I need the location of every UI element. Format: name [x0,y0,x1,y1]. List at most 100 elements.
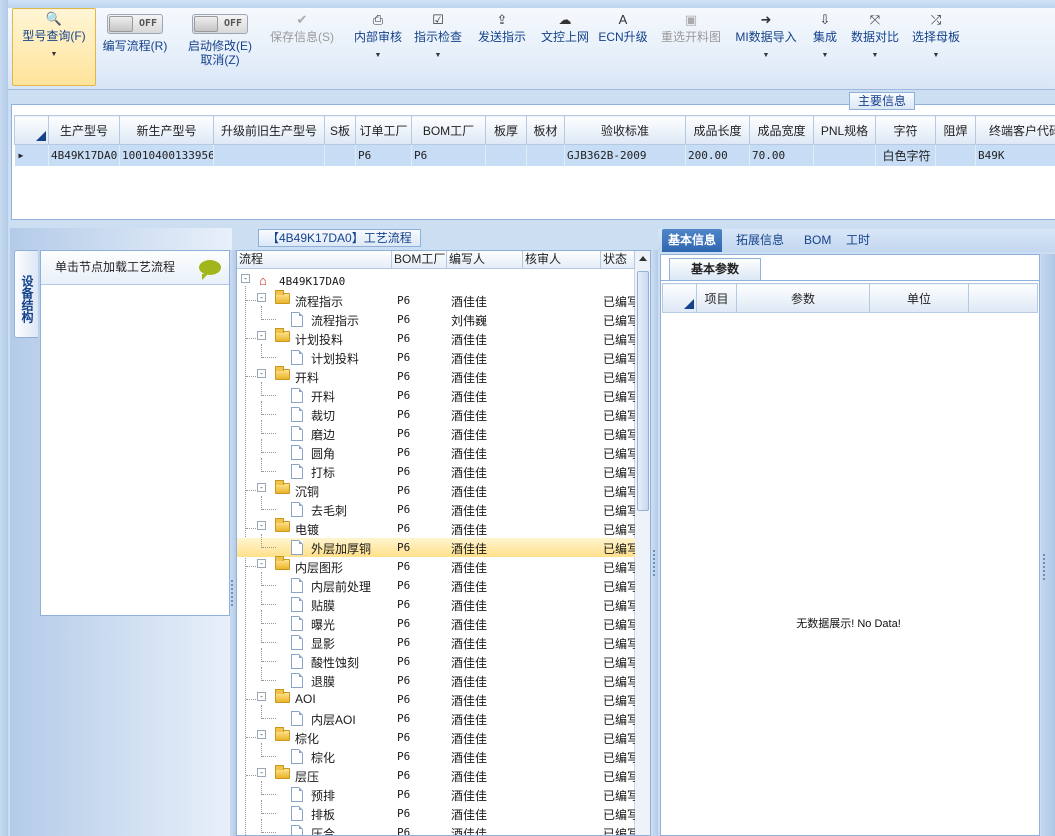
table-row[interactable]: ▶ 4B49K17DA0 10010400133956 P6 P6 GJB362B-200… [14,144,1055,166]
collapse-toggle-icon[interactable]: - [257,369,266,378]
column-header[interactable]: 参数 [736,283,870,313]
tree-column-header[interactable]: 流程 [237,251,392,269]
grid-cell[interactable]: B49K [975,144,1055,166]
column-header[interactable]: 成品宽度 [749,115,814,145]
grid-cell[interactable] [485,144,527,166]
toolbar-button-12[interactable]: ⤧ 数据对比 ▼ [848,8,902,86]
tree-scrollbar[interactable] [634,251,650,835]
tree-node-row[interactable]: 曝光 P6 酒佳佳 已编写 [237,610,635,633]
chevron-down-icon[interactable]: ▼ [906,50,966,62]
grid-cell[interactable]: 200.00 [685,144,750,166]
toolbar-button-7[interactable]: ☁ 文控上网 [536,8,594,86]
column-header[interactable]: 成品长度 [685,115,750,145]
chevron-down-icon[interactable]: ▼ [806,50,844,62]
tree-node-row[interactable]: 预排 P6 酒佳佳 已编写 [237,781,635,804]
grid-cell[interactable]: GJB362B-2009 [564,144,686,166]
tree-node-row[interactable]: 酸性蚀刻 P6 酒佳佳 已编写 [237,648,635,671]
grid-corner[interactable] [14,115,49,145]
grid-cell[interactable]: P6 [411,144,486,166]
tree-node-row[interactable]: 内层前处理 P6 酒佳佳 已编写 [237,572,635,595]
tree-node-row[interactable]: 圆角 P6 酒佳佳 已编写 [237,439,635,462]
collapse-toggle-icon[interactable]: - [257,768,266,777]
grid-corner[interactable] [662,283,697,313]
tree-root-row[interactable]: - ⌂ 4B49K17DA0 [237,272,635,291]
grid-cell[interactable] [526,144,565,166]
tree-node-row[interactable]: 打标 P6 酒佳佳 已编写 [237,458,635,481]
device-structure-header[interactable]: 单击节点加载工艺流程 [41,251,229,285]
tab-work-hours[interactable]: 工时 [840,229,876,252]
collapse-toggle-icon[interactable]: - [241,274,250,283]
tree-node-row[interactable]: 外层加厚铜 P6 酒佳佳 已编写 [237,534,635,557]
toolbar-button-9[interactable]: ▣ 重选开料图 [652,8,730,86]
chevron-down-icon[interactable]: ▼ [346,50,410,62]
toolbar-button-4[interactable]: ⎙ 内部审核 ▼ [346,8,410,86]
tree-node-row[interactable]: 流程指示 P6 刘伟巍 已编写 [237,306,635,329]
grid-cell[interactable]: 70.00 [749,144,814,166]
tree-group-row[interactable]: - 流程指示 P6 酒佳佳 已编写 [237,290,635,310]
tree-column-header[interactable]: 编写人 [447,251,523,269]
splitter-far-right[interactable] [1041,254,1055,836]
tree-node-row[interactable]: 退膜 P6 酒佳佳 已编写 [237,667,635,690]
splitter-right[interactable] [652,250,658,836]
collapse-toggle-icon[interactable]: - [257,293,266,302]
column-header[interactable]: 终端客户代码 [975,115,1055,145]
tab-device-structure[interactable]: 设备结构 [14,250,38,338]
tree-node-row[interactable]: 磨边 P6 酒佳佳 已编写 [237,420,635,443]
collapse-toggle-icon[interactable]: - [257,730,266,739]
tree-node-row[interactable]: 排板 P6 酒佳佳 已编写 [237,800,635,823]
column-header[interactable]: 阻焊 [935,115,976,145]
toolbar-button-3[interactable]: ✔ 保存信息(S) [262,8,342,86]
column-header[interactable]: 字符 [875,115,936,145]
grid-cell[interactable]: 4B49K17DA0 [48,144,120,166]
column-header[interactable]: 板材 [526,115,565,145]
tree-node-row[interactable]: 裁切 P6 酒佳佳 已编写 [237,401,635,424]
toolbar-button-6[interactable]: ⇪ 发送指示 [470,8,534,86]
off-toggle[interactable]: OFF [192,14,248,34]
collapse-toggle-icon[interactable]: - [257,692,266,701]
tree-group-row[interactable]: - 开料 P6 酒佳佳 已编写 [237,366,635,386]
toolbar-button-0[interactable]: 🔍 型号查询(F) ▼ [12,8,96,86]
column-header[interactable]: 验收标准 [564,115,686,145]
tree-group-row[interactable]: - 棕化 P6 酒佳佳 已编写 [237,727,635,747]
tree-node-row[interactable]: 去毛刺 P6 酒佳佳 已编写 [237,496,635,519]
column-header[interactable]: PNL规格 [813,115,876,145]
grid-cell[interactable]: 白色字符 [875,144,936,166]
tree-column-header[interactable]: 状态 [601,251,635,269]
grid-cell[interactable]: 10010400133956 [119,144,214,166]
column-header[interactable]: 项目 [696,283,737,313]
collapse-toggle-icon[interactable]: - [257,483,266,492]
chevron-down-icon[interactable]: ▼ [848,50,902,62]
toolbar-button-2[interactable]: OFF 启动修改(E) 取消(Z) [178,8,262,86]
collapse-toggle-icon[interactable]: - [257,559,266,568]
tree-group-row[interactable]: - 层压 P6 酒佳佳 已编写 [237,765,635,785]
tree-node-row[interactable]: 计划投料 P6 酒佳佳 已编写 [237,344,635,367]
column-header[interactable]: 单位 [869,283,969,313]
chevron-down-icon[interactable]: ▼ [732,50,800,62]
column-header[interactable]: 新生产型号 [119,115,214,145]
off-toggle[interactable]: OFF [107,14,163,34]
tree-column-header[interactable]: 核审人 [523,251,601,269]
tab-extended-info[interactable]: 拓展信息 [730,229,790,252]
scroll-thumb[interactable] [637,271,649,511]
tab-bom[interactable]: BOM [798,229,837,252]
tree-node-row[interactable]: 压合 P6 酒佳佳 已编写 [237,819,635,835]
tree-group-row[interactable]: - 沉铜 P6 酒佳佳 已编写 [237,480,635,500]
scroll-up-arrow-icon[interactable] [639,256,647,261]
toolbar-button-8[interactable]: A ECN升级 [598,8,648,86]
column-header[interactable]: 订单工厂 [355,115,412,145]
chevron-down-icon[interactable]: ▼ [13,49,95,61]
tab-basic-params[interactable]: 基本参数 [669,258,761,280]
toolbar-button-1[interactable]: OFF 编写流程(R) [94,8,176,86]
grid-cell[interactable]: P6 [355,144,412,166]
column-header[interactable]: 板厚 [485,115,527,145]
tree-group-row[interactable]: - 内层图形 P6 酒佳佳 已编写 [237,556,635,576]
collapse-toggle-icon[interactable]: - [257,521,266,530]
tree-node-row[interactable]: 开料 P6 酒佳佳 已编写 [237,382,635,405]
tab-basic-info[interactable]: 基本信息 [662,229,723,252]
toolbar-button-11[interactable]: ⇩ 集成 ▼ [806,8,844,86]
toolbar-button-5[interactable]: ☑ 指示检查 ▼ [410,8,466,86]
collapse-toggle-icon[interactable]: - [257,331,266,340]
column-header[interactable]: 生产型号 [48,115,120,145]
toolbar-button-10[interactable]: ➜ MI数据导入 ▼ [732,8,800,86]
grid-cell[interactable] [935,144,976,166]
